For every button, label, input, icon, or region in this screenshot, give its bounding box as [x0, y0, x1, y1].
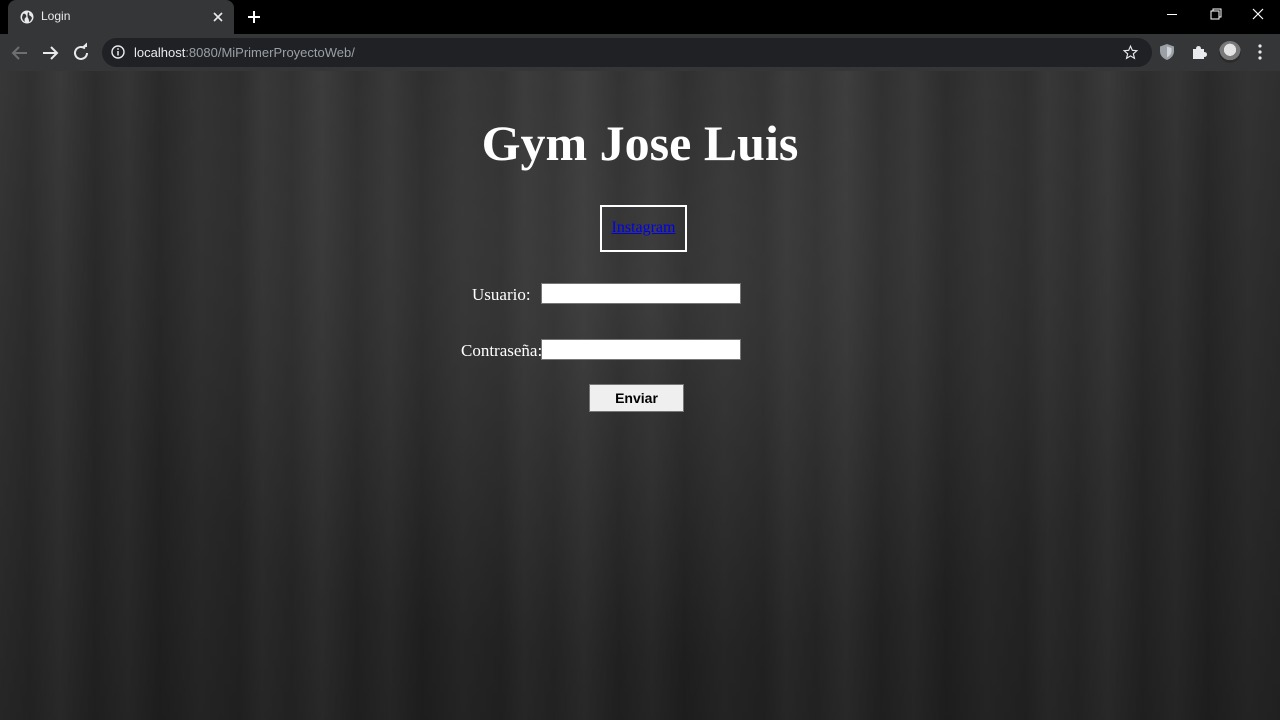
plus-icon[interactable]	[244, 7, 264, 27]
shield-icon[interactable]	[1158, 43, 1176, 61]
usuario-input[interactable]	[541, 283, 741, 304]
contrasena-input[interactable]	[541, 339, 741, 360]
address-bar[interactable]: localhost:8080/MiPrimerProyectoWeb/	[102, 38, 1152, 67]
tab-title: Login	[41, 9, 71, 23]
star-icon[interactable]	[1122, 44, 1139, 61]
back-icon[interactable]	[8, 41, 32, 65]
page-viewport: Gym Jose Luis Instagram Usuario: Contras…	[0, 71, 1280, 720]
forward-icon[interactable]	[38, 41, 62, 65]
reload-icon[interactable]	[69, 41, 93, 65]
info-icon[interactable]	[111, 45, 125, 59]
url-text[interactable]: localhost:8080/MiPrimerProyectoWeb/	[134, 45, 355, 60]
minimize-icon[interactable]	[1150, 0, 1194, 30]
instagram-box: Instagram	[600, 205, 687, 252]
page-title: Gym Jose Luis	[481, 115, 799, 171]
tab-login[interactable]: Login	[8, 0, 234, 34]
window-close-icon[interactable]	[1236, 0, 1280, 30]
usuario-label: Usuario:	[472, 285, 531, 304]
url-path: :8080/MiPrimerProyectoWeb/	[185, 45, 355, 60]
browser-toolbar: localhost:8080/MiPrimerProyectoWeb/	[0, 34, 1280, 71]
close-icon[interactable]	[210, 9, 226, 25]
tab-strip: Login	[0, 0, 1280, 34]
puzzle-icon[interactable]	[1190, 43, 1208, 61]
more-icon[interactable]	[1250, 43, 1270, 61]
contrasena-label: Contraseña:	[461, 341, 543, 360]
globe-icon	[20, 10, 34, 24]
instagram-link[interactable]: Instagram	[602, 219, 685, 237]
url-host: localhost	[134, 45, 186, 60]
avatar[interactable]	[1219, 41, 1241, 63]
enviar-button[interactable]: Enviar	[589, 384, 684, 412]
restore-icon[interactable]	[1193, 0, 1237, 30]
